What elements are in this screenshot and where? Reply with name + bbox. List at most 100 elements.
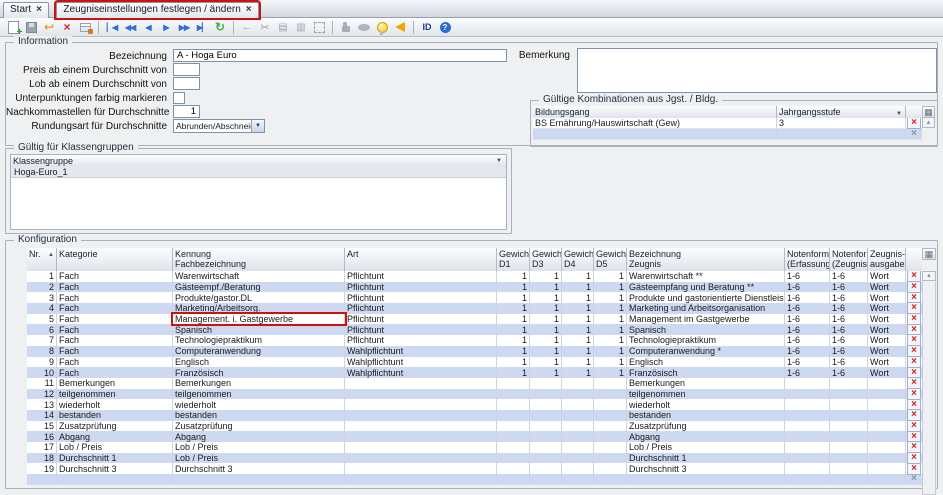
konfig-cell-nr[interactable]: 2 bbox=[27, 282, 57, 293]
konfig-cell-aus[interactable] bbox=[868, 410, 906, 421]
konfig-row[interactable]: 15ZusatzprüfungZusatzprüfungZusatzprüfun… bbox=[27, 421, 922, 432]
konfig-cell-d1[interactable] bbox=[497, 431, 530, 442]
konfig-cell-nf2[interactable]: 1-6 bbox=[830, 357, 868, 368]
konfig-cell-d5[interactable]: 1 bbox=[594, 271, 627, 282]
megaphone-button[interactable] bbox=[391, 19, 409, 35]
konfig-cell-d5[interactable] bbox=[594, 474, 627, 485]
konfig-cell-nf2[interactable]: 1-6 bbox=[830, 271, 868, 282]
konfig-cell-kennung[interactable]: Spanisch bbox=[173, 324, 345, 335]
konfig-cell-d3[interactable]: 1 bbox=[530, 346, 562, 357]
kombi-cell-jahrgangsstufe[interactable] bbox=[777, 129, 906, 139]
nav-last-button[interactable]: ▶▏ bbox=[193, 19, 211, 35]
konfig-cell-nf2[interactable] bbox=[830, 431, 868, 442]
konfig-row[interactable]: 13wiederholtwiederholtwiederholt× bbox=[27, 399, 922, 410]
konfig-row[interactable]: 5FachManagement. i. GastgewerbePflichtun… bbox=[27, 314, 922, 325]
konfig-cell-art[interactable]: Wahlpflichtunt bbox=[345, 346, 497, 357]
konfig-cell-d3[interactable]: 1 bbox=[530, 271, 562, 282]
konfig-cell-nf1[interactable]: 1-6 bbox=[785, 271, 830, 282]
konfig-cell-d3[interactable] bbox=[530, 474, 562, 485]
kombi-cell-bildungsgang[interactable]: BS Ernährung/Hauswirtschaft (Gew) bbox=[533, 118, 777, 128]
konfig-cell-nf2[interactable] bbox=[830, 442, 868, 453]
konfig-cell-d4[interactable]: 1 bbox=[562, 346, 594, 357]
konfig-cell-d5[interactable]: 1 bbox=[594, 292, 627, 303]
konfig-cell-art[interactable]: Pflichtunt bbox=[345, 292, 497, 303]
konfig-cell-aus[interactable]: Wort bbox=[868, 367, 906, 378]
konfig-cell-d4[interactable] bbox=[562, 431, 594, 442]
konfig-row[interactable]: 1FachWarenwirtschaftPflichtunt1111Warenw… bbox=[27, 271, 922, 282]
konfig-cell-aus[interactable]: Wort bbox=[868, 335, 906, 346]
konfig-cell-aus[interactable] bbox=[868, 399, 906, 410]
konfig-cell-bez[interactable]: teilgenommen bbox=[627, 389, 785, 400]
konfig-cell-nf1[interactable]: 1-6 bbox=[785, 292, 830, 303]
konfig-cell-art[interactable] bbox=[345, 410, 497, 421]
konfig-cell-bez[interactable]: Computeranwendung * bbox=[627, 346, 785, 357]
konfig-cell-d1[interactable]: 1 bbox=[497, 271, 530, 282]
konfig-cell-d4[interactable]: 1 bbox=[562, 324, 594, 335]
konfig-cell-bez[interactable]: Bemerkungen bbox=[627, 378, 785, 389]
konfig-cell-d3[interactable] bbox=[530, 453, 562, 464]
konfig-cell-nf2[interactable]: 1-6 bbox=[830, 367, 868, 378]
konfig-cell-bez[interactable]: Lob / Preis bbox=[627, 442, 785, 453]
konfig-cell-bez[interactable]: Warenwirtschaft ** bbox=[627, 271, 785, 282]
konfig-cell-art[interactable]: Pflichtunt bbox=[345, 303, 497, 314]
konfig-cell-nr[interactable]: 15 bbox=[27, 421, 57, 432]
konfig-cell-nr[interactable]: 10 bbox=[27, 367, 57, 378]
konfig-cell-nf1[interactable]: 1-6 bbox=[785, 324, 830, 335]
konfig-cell-d3[interactable] bbox=[530, 389, 562, 400]
konfig-cell-d4[interactable] bbox=[562, 474, 594, 485]
konfig-cell-bez[interactable]: Zusatzprüfung bbox=[627, 421, 785, 432]
nav-prev-fast-button[interactable]: ◀◀ bbox=[121, 19, 139, 35]
konfig-row[interactable]: × bbox=[27, 474, 922, 485]
konfig-cell-d5[interactable] bbox=[594, 421, 627, 432]
konfig-cell-aus[interactable] bbox=[868, 453, 906, 464]
konfig-cell-nr[interactable]: 1 bbox=[27, 271, 57, 282]
konfig-cell-kategorie[interactable]: Fach bbox=[57, 367, 173, 378]
konfig-cell-aus[interactable]: Wort bbox=[868, 292, 906, 303]
refresh-button[interactable]: ↻ bbox=[211, 19, 229, 35]
konfig-cell-kategorie[interactable]: bestanden bbox=[57, 410, 173, 421]
konfig-row[interactable]: 12teilgenommenteilgenommenteilgenommen× bbox=[27, 389, 922, 400]
chevron-down-icon[interactable]: ▼ bbox=[251, 120, 264, 132]
konfig-cell-bez[interactable]: bestanden bbox=[627, 410, 785, 421]
nachkommastellen-field[interactable] bbox=[173, 105, 200, 118]
stamp-button[interactable] bbox=[355, 19, 373, 35]
konfig-cell-aus[interactable]: Wort bbox=[868, 346, 906, 357]
konfig-cell-kennung[interactable]: Marketing/Arbeitsorg. bbox=[173, 303, 345, 314]
konfig-cell-nf2[interactable] bbox=[830, 378, 868, 389]
konfig-cell-nf1[interactable] bbox=[785, 453, 830, 464]
konfig-row[interactable]: 7FachTechnologiepraktikumPflichtunt1111T… bbox=[27, 335, 922, 346]
konfig-cell-d5[interactable]: 1 bbox=[594, 303, 627, 314]
konfig-cell-art[interactable]: Pflichtunt bbox=[345, 282, 497, 293]
konfig-cell-nf2[interactable]: 1-6 bbox=[830, 346, 868, 357]
konfig-cell-d3[interactable] bbox=[530, 421, 562, 432]
konfig-cell-nr[interactable]: 5 bbox=[27, 314, 57, 325]
back-arrow-button[interactable]: ← bbox=[238, 19, 256, 35]
konfig-cell-d4[interactable] bbox=[562, 421, 594, 432]
scroll-up-icon[interactable]: ▲ bbox=[922, 271, 936, 281]
konfig-cell-art[interactable]: Pflichtunt bbox=[345, 271, 497, 282]
konfig-cell-art[interactable] bbox=[345, 463, 497, 474]
konfig-cell-bez[interactable]: Marketing und Arbeitsorganisation bbox=[627, 303, 785, 314]
konfig-cell-bez[interactable]: Durchschnitt 1 bbox=[627, 453, 785, 464]
konfig-cell-d3[interactable]: 1 bbox=[530, 303, 562, 314]
konfig-cell-bez[interactable]: Englisch bbox=[627, 357, 785, 368]
konfig-cell-nf1[interactable]: 1-6 bbox=[785, 314, 830, 325]
konfig-cell-d3[interactable]: 1 bbox=[530, 282, 562, 293]
konfig-cell-aus[interactable]: Wort bbox=[868, 271, 906, 282]
delete-button[interactable]: × bbox=[58, 19, 76, 35]
konfig-cell-kennung[interactable]: teilgenommen bbox=[173, 389, 345, 400]
konfig-cell-nf2[interactable]: 1-6 bbox=[830, 292, 868, 303]
konfig-cell-kennung[interactable]: bestanden bbox=[173, 410, 345, 421]
konfig-cell-nr[interactable]: 13 bbox=[27, 399, 57, 410]
konfig-cell-d4[interactable]: 1 bbox=[562, 282, 594, 293]
konfig-cell-kategorie[interactable]: Fach bbox=[57, 324, 173, 335]
konfig-cell-kennung[interactable]: Englisch bbox=[173, 357, 345, 368]
nav-first-button[interactable]: ▏◀ bbox=[103, 19, 121, 35]
konfig-cell-d5[interactable] bbox=[594, 463, 627, 474]
kombi-row[interactable]: × bbox=[533, 129, 922, 140]
konfig-cell-nf1[interactable]: 1-6 bbox=[785, 357, 830, 368]
konfig-cell-d3[interactable] bbox=[530, 463, 562, 474]
konfig-cell-nr[interactable]: 3 bbox=[27, 292, 57, 303]
konfig-cell-nr[interactable]: 9 bbox=[27, 357, 57, 368]
konfig-cell-d5[interactable]: 1 bbox=[594, 357, 627, 368]
